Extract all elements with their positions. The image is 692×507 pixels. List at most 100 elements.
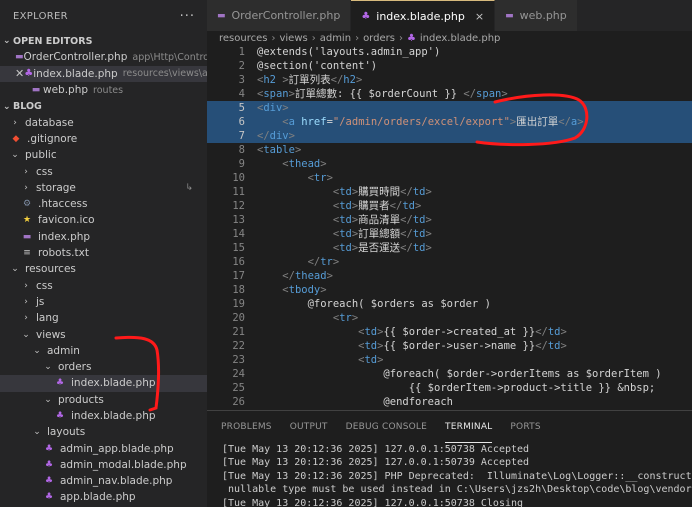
chevron-right-icon: › [24, 296, 28, 307]
tree-item[interactable]: › css [0, 163, 207, 179]
blade-file-icon: ♣ [44, 476, 54, 487]
blade-file-icon: ♣ [44, 443, 54, 454]
chevron-right-icon: › [311, 32, 316, 44]
breadcrumb-item[interactable]: resources [219, 33, 267, 44]
code-line[interactable]: 20 <tr> [207, 311, 692, 325]
tree-item[interactable]: › js [0, 294, 207, 310]
tree-item[interactable]: ♣ admin_modal.blade.php [0, 457, 207, 473]
terminal-line: [Tue May 13 20:12:36 2025] 127.0.0.1:507… [222, 497, 524, 507]
panel-tab[interactable]: PROBLEMS [221, 411, 272, 443]
open-editors-section[interactable]: ⌄ OPEN EDITORS [0, 33, 207, 49]
tree-item[interactable]: ♣ admin_app.blade.php [0, 440, 207, 456]
tree-item[interactable]: ⌄ layouts [0, 424, 207, 440]
chevron-right-icon: › [24, 280, 28, 291]
code-line[interactable]: 1 @extends('layouts.admin_app') [207, 45, 692, 59]
tree-item[interactable]: › storage ↳ [0, 180, 207, 196]
code-line[interactable]: 26 @endforeach [207, 395, 692, 409]
tree-item[interactable]: › lang [0, 310, 207, 326]
line-number: 7 [238, 130, 245, 142]
panel-tab[interactable]: OUTPUT [290, 411, 328, 443]
code-line[interactable]: 7 </div> [207, 129, 692, 143]
chevron-right-icon: › [355, 32, 360, 44]
tree-item[interactable]: ◆ .gitignore [0, 131, 207, 147]
code-line[interactable]: 8 <table> [207, 143, 692, 157]
code-text: </thead> [282, 270, 333, 282]
breadcrumb-item[interactable]: index.blade.php [420, 33, 501, 44]
tree-item-label: resources [25, 263, 76, 276]
code-line[interactable]: 9 <thead> [207, 157, 692, 171]
php-file-icon: ▬ [22, 231, 32, 242]
close-icon[interactable]: ✕ [15, 67, 24, 80]
breadcrumb-item[interactable]: views [279, 33, 307, 44]
chevron-down-icon: ⌄ [44, 362, 52, 373]
tab-index-blade[interactable]: ♣ index.blade.php × [351, 0, 496, 31]
code-line[interactable]: 16 </tr> [207, 255, 692, 269]
panel-tab[interactable]: PORTS [510, 411, 540, 443]
tree-item[interactable]: ♣ index.blade.php [0, 408, 207, 424]
tree-item[interactable]: ⌄ orders [0, 359, 207, 375]
terminal-line: [Tue May 13 20:12:36 2025] PHP Deprecate… [222, 470, 692, 482]
code-line[interactable]: 18 <tbody> [207, 283, 692, 297]
code-line[interactable]: 21 <td>{{ $order->created_at }}</td> [207, 325, 692, 339]
breadcrumb-item[interactable]: admin [320, 33, 351, 44]
tree-item[interactable]: ⌄ admin [0, 343, 207, 359]
panel-tabs: PROBLEMS OUTPUT DEBUG CONSOLE TERMINAL PORTS [207, 411, 692, 443]
breadcrumb-item[interactable]: orders [363, 33, 395, 44]
open-editor-path: routes [93, 84, 124, 96]
close-icon[interactable]: × [475, 10, 484, 23]
tab-order-controller[interactable]: ▬ OrderController.php [207, 0, 352, 31]
code-line[interactable]: 5 <div> [207, 101, 692, 115]
tree-item[interactable]: ⌄ products [0, 392, 207, 408]
panel-tab[interactable]: DEBUG CONSOLE [346, 411, 427, 443]
tree-item[interactable]: ⌄ public [0, 147, 207, 163]
php-file-icon: ▬ [505, 10, 514, 21]
tree-item-label: admin_nav.blade.php [60, 475, 173, 488]
code-text: <td>{{ $order->user->name }}</td> [358, 340, 567, 352]
open-editor-item[interactable]: ▬ OrderController.php app\Http\Contro... [0, 49, 207, 66]
line-number: 16 [232, 256, 245, 268]
code-line[interactable]: 10 <tr> [207, 171, 692, 185]
code-line[interactable]: 6 <a href="/admin/orders/excel/export">匯… [207, 115, 692, 129]
code-line[interactable]: 22 <td>{{ $order->user->name }}</td> [207, 339, 692, 353]
tree-item[interactable]: ♣ admin_nav.blade.php [0, 473, 207, 489]
code-line[interactable]: 3 <h2 >訂單列表</h2> [207, 73, 692, 87]
code-text: <tr> [307, 172, 333, 184]
code-line[interactable]: 4 <span>訂單總數: {{ $orderCount }} </span> [207, 87, 692, 101]
terminal-output[interactable]: [Tue May 13 20:12:36 2025] 127.0.0.1:507… [207, 443, 692, 507]
tree-item[interactable]: ⌄ views [0, 326, 207, 342]
code-line[interactable]: 13 <td>商品清單</td> [207, 213, 692, 227]
chevron-down-icon: ⌄ [11, 264, 19, 275]
tree-item[interactable]: ▬ index.php [0, 229, 207, 245]
tree-item[interactable]: ⚙ .htaccess [0, 196, 207, 212]
code-line[interactable]: 25 {{ $orderItem->product->title }} &nbs… [207, 381, 692, 395]
tab-web[interactable]: ▬ web.php [495, 0, 578, 31]
open-editor-item[interactable]: ▬ web.php routes [0, 82, 207, 99]
code-line[interactable]: 19 @foreach( $orders as $order ) [207, 297, 692, 311]
code-line[interactable]: 2 @section('content') [207, 59, 692, 73]
tree-item[interactable]: ♣ index.blade.php [0, 375, 207, 392]
code-line[interactable]: 15 <td>是否運送</td> [207, 241, 692, 255]
line-number: 15 [232, 242, 245, 254]
panel-tab[interactable]: TERMINAL [445, 411, 493, 443]
code-line[interactable]: 14 <td>訂單總額</td> [207, 227, 692, 241]
code-line[interactable]: 12 <td>購買者</td> [207, 199, 692, 213]
code-line[interactable]: 24 @foreach( $order->orderItems as $orde… [207, 367, 692, 381]
tree-item[interactable]: ⌄ resources [0, 261, 207, 277]
tree-item[interactable]: ★ favicon.ico [0, 212, 207, 228]
tree-item[interactable]: › database [0, 115, 207, 131]
code-editor[interactable]: 1 @extends('layouts.admin_app') 2 @section(… [207, 45, 692, 409]
tree-item[interactable]: ♣ app.blade.php [0, 489, 207, 505]
tree-item[interactable]: › css [0, 277, 207, 293]
project-section[interactable]: ⌄ BLOG [0, 99, 207, 115]
more-actions-icon[interactable]: ··· [180, 9, 195, 24]
code-line[interactable]: 23 <td> [207, 353, 692, 367]
tree-item[interactable]: ≡ robots.txt [0, 245, 207, 261]
blade-file-icon: ♣ [55, 378, 65, 389]
code-line[interactable]: 11 <td>購買時間</td> [207, 185, 692, 199]
open-editor-item-active[interactable]: ✕♣ index.blade.php resources\views\admi.… [0, 65, 207, 82]
chevron-right-icon: › [13, 117, 17, 128]
tree-item-label: lang [36, 312, 59, 325]
tab-label: index.blade.php [376, 9, 465, 23]
code-text: <td> [358, 354, 384, 366]
code-line[interactable]: 17 </thead> [207, 269, 692, 283]
